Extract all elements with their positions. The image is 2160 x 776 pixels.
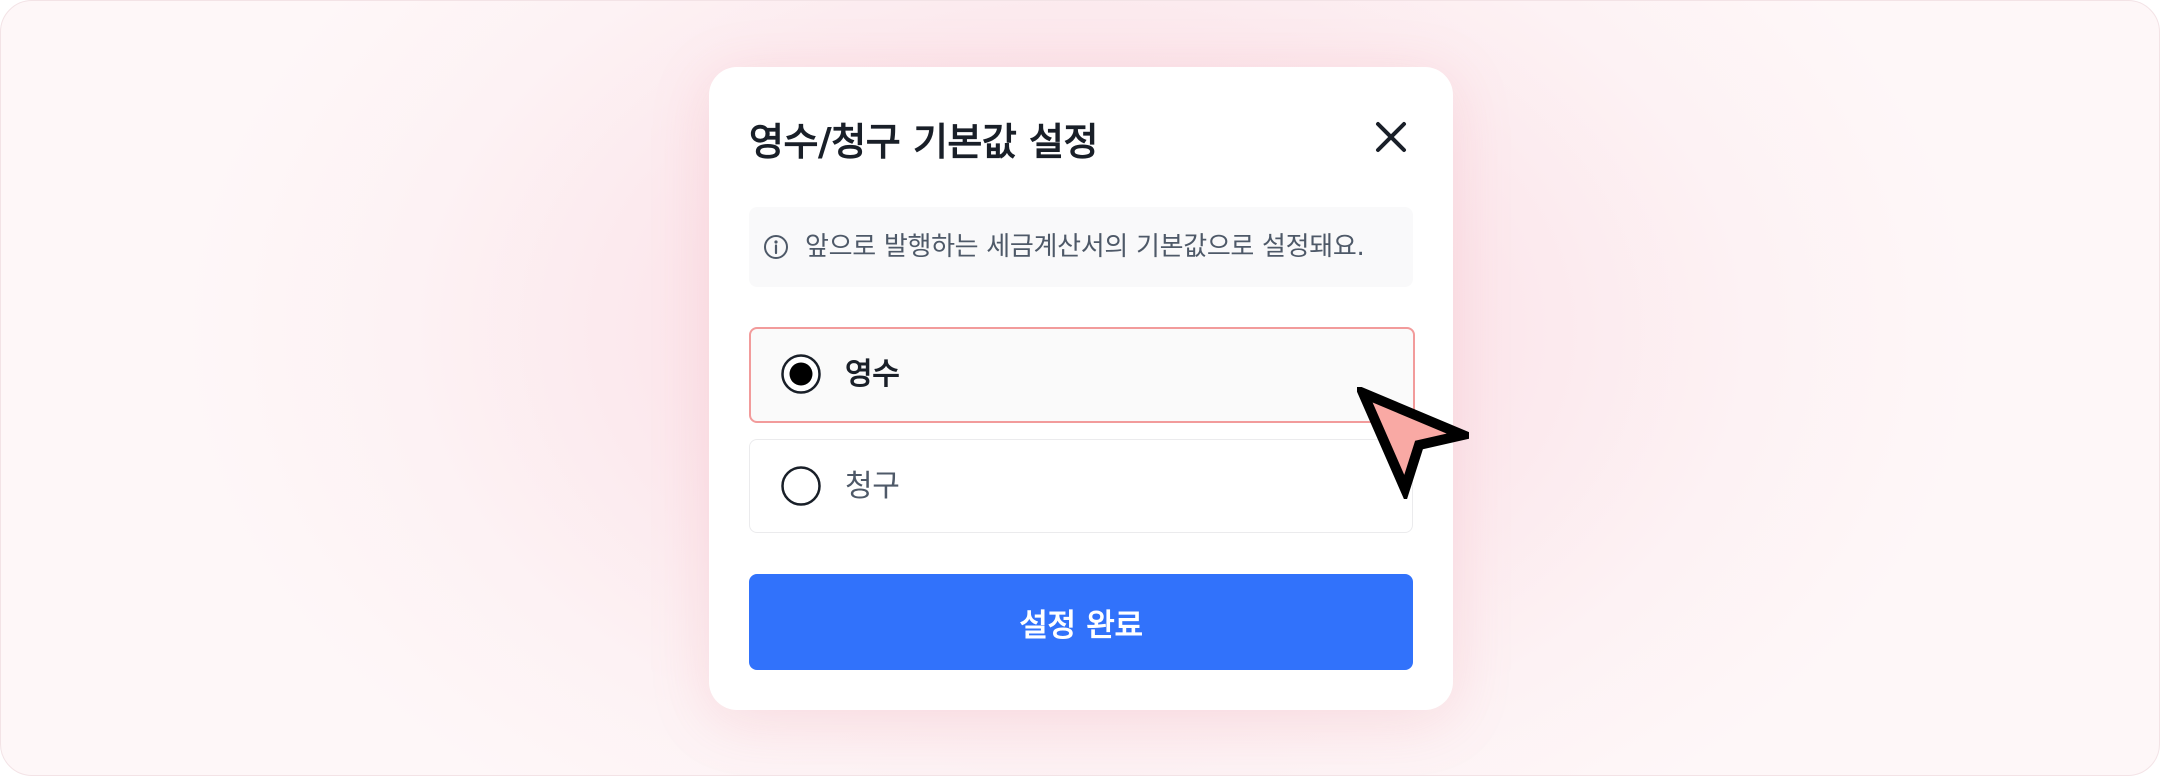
notice-text: 앞으로 발행하는 세금계산서의 기본값으로 설정돼요.: [805, 232, 1365, 262]
radio-checked-icon[interactable]: [781, 354, 821, 394]
option-label-receipt: 영수: [845, 357, 900, 392]
close-icon[interactable]: [1369, 115, 1413, 159]
info-notice: 앞으로 발행하는 세금계산서의 기본값으로 설정돼요.: [749, 207, 1413, 287]
option-label-claim: 청구: [845, 469, 900, 504]
radio-option-claim[interactable]: 청구: [749, 439, 1413, 533]
dialog-title: 영수/청구 기본값 설정: [749, 120, 1098, 164]
default-setting-dialog: 영수/청구 기본값 설정 앞으로 발행하는 세금계산서의 기본값으로 설정돼요.…: [709, 67, 1453, 710]
confirm-button[interactable]: 설정 완료: [749, 574, 1413, 670]
info-icon: [764, 235, 788, 259]
pointer-cursor-icon: [1357, 387, 1469, 499]
radio-unchecked-icon[interactable]: [781, 466, 821, 506]
radio-option-receipt[interactable]: 영수: [749, 327, 1415, 423]
background-stage: 영수/청구 기본값 설정 앞으로 발행하는 세금계산서의 기본값으로 설정돼요.…: [0, 0, 2160, 776]
